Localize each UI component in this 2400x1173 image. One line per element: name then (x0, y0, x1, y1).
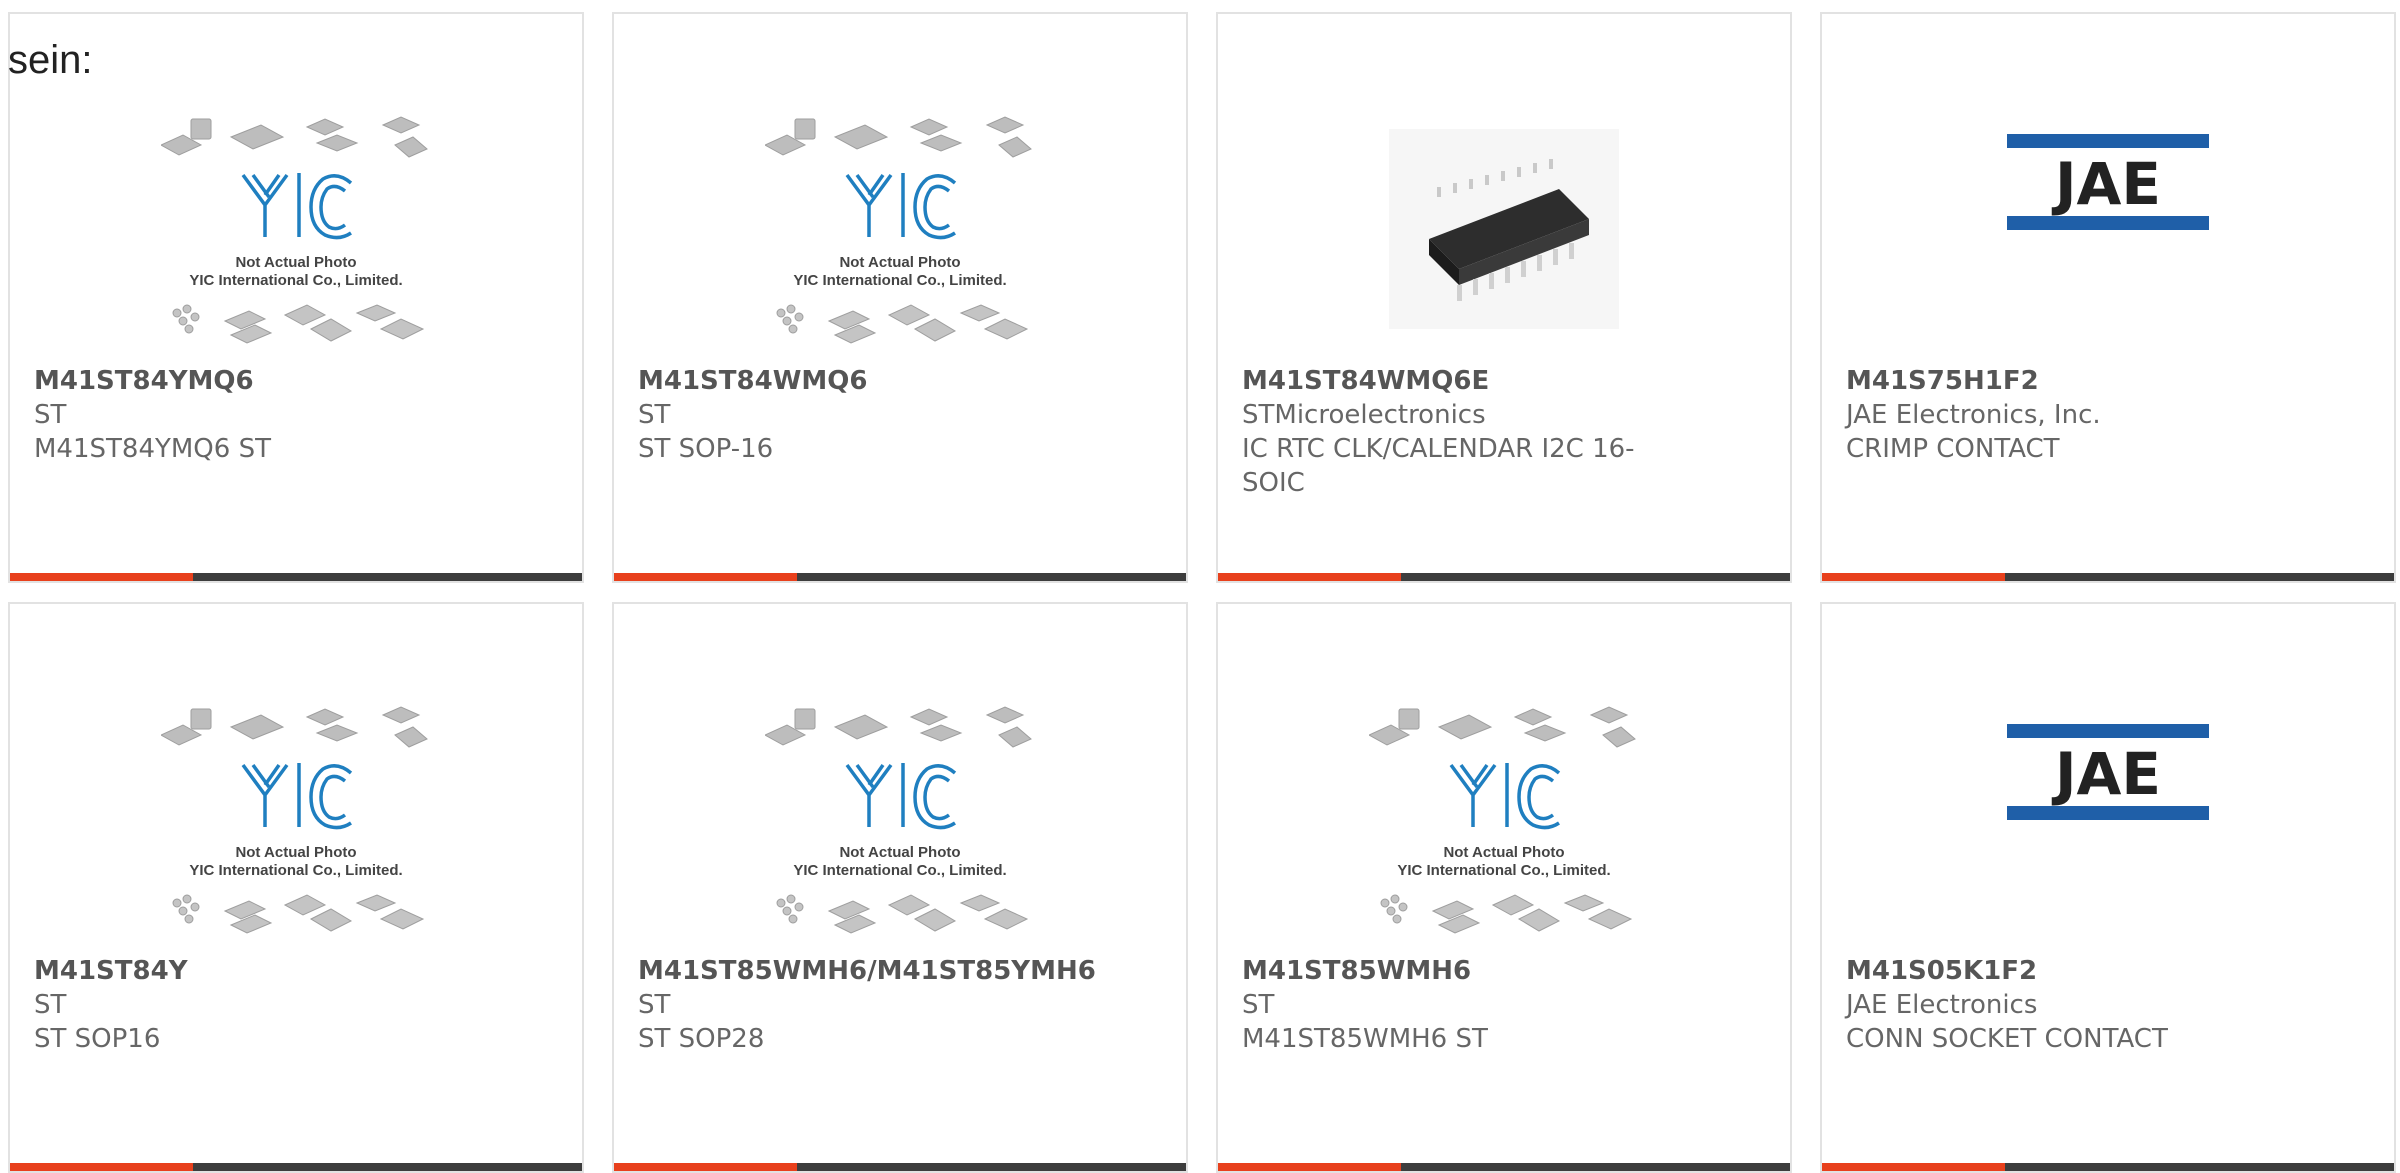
yic-caption-line1: Not Actual Photo (1443, 844, 1564, 861)
product-image[interactable]: Not Actual Photo YIC International Co., … (10, 94, 582, 364)
part-number[interactable]: M41S75H1F2 (1846, 364, 2254, 398)
part-number[interactable]: M41ST84WMQ6 (638, 364, 1046, 398)
jae-logo: JAE (2007, 724, 2209, 820)
yic-caption-line2: YIC International Co., Limited. (1397, 862, 1610, 879)
card-footer-accent (10, 1163, 193, 1171)
card-footer-bar (614, 1163, 1186, 1171)
part-number[interactable]: M41ST85WMH6 (1242, 954, 1650, 988)
soic-chip-image (1389, 129, 1619, 329)
yic-caption-line1: Not Actual Photo (235, 844, 356, 861)
product-info: M41S05K1F2 JAE Electronics CONN SOCKET CON… (1846, 954, 2254, 1056)
yic-placeholder-image: Not Actual Photo YIC International Co., … (161, 116, 428, 344)
jae-logo-text: JAE (2051, 740, 2161, 808)
yic-caption-line2: YIC International Co., Limited. (793, 272, 1006, 289)
yic-caption-line2: YIC International Co., Limited. (189, 862, 402, 879)
description: ST SOP16 (34, 1024, 161, 1054)
part-number[interactable]: M41ST84Y (34, 954, 442, 988)
jae-logo-text: JAE (2051, 150, 2161, 218)
product-info: M41ST84WMQ6E STMicroelectronics IC RTC CLK… (1242, 364, 1650, 500)
manufacturer: ST (638, 990, 671, 1020)
manufacturer: ST (638, 400, 671, 430)
product-card[interactable]: Not Actual Photo YIC International Co., … (612, 12, 1188, 583)
yic-caption-line2: YIC International Co., Limited. (189, 272, 402, 289)
product-image[interactable]: Not Actual Photo YIC International Co., … (614, 684, 1186, 954)
product-card[interactable]: Not Actual Photo YIC International Co., … (612, 602, 1188, 1173)
card-footer-accent (1822, 573, 2005, 581)
yic-placeholder-image: Not Actual Photo YIC International Co., … (765, 116, 1032, 344)
product-info: M41ST85WMH6/M41ST85YMH6 ST ST SOP28 (638, 954, 1096, 1056)
manufacturer: JAE Electronics (1846, 990, 2038, 1020)
yic-placeholder-image: Not Actual Photo YIC International Co., … (765, 706, 1032, 934)
card-footer-bar (1822, 573, 2394, 581)
product-info: M41ST85WMH6 ST M41ST85WMH6 ST (1242, 954, 1650, 1056)
card-footer-bar (614, 573, 1186, 581)
part-number[interactable]: M41ST85WMH6/M41ST85YMH6 (638, 954, 1096, 988)
part-number[interactable]: M41S05K1F2 (1846, 954, 2254, 988)
product-image[interactable]: Not Actual Photo YIC International Co., … (614, 94, 1186, 364)
product-card[interactable]: Not Actual Photo YIC International Co., … (1216, 602, 1792, 1173)
card-footer-accent (614, 573, 797, 581)
card-footer-bar (1822, 1163, 2394, 1171)
product-image[interactable]: Not Actual Photo YIC International Co., … (1218, 684, 1790, 954)
product-card[interactable]: JAE M41S75H1F2 JAE Electronics, Inc. CRIMP… (1820, 12, 2396, 583)
yic-caption-line1: Not Actual Photo (235, 254, 356, 271)
yic-caption-line2: YIC International Co., Limited. (793, 862, 1006, 879)
description: IC RTC CLK/CALENDAR I2C 16-SOIC (1242, 434, 1635, 498)
product-info: M41ST84WMQ6 ST ST SOP-16 (638, 364, 1046, 466)
part-number[interactable]: M41ST84WMQ6E (1242, 364, 1650, 398)
description: M41ST84YMQ6 ST (34, 434, 271, 464)
yic-placeholder-image: Not Actual Photo YIC International Co., … (1369, 706, 1636, 934)
product-card[interactable]: M41ST84WMQ6E STMicroelectronics IC RTC CLK… (1216, 12, 1792, 583)
card-footer-accent (1218, 573, 1401, 581)
yic-caption-line1: Not Actual Photo (839, 844, 960, 861)
description: M41ST85WMH6 ST (1242, 1024, 1488, 1054)
product-info: M41ST84YMQ6 ST M41ST84YMQ6 ST (34, 364, 442, 466)
product-image[interactable]: JAE (1822, 684, 2394, 994)
card-footer-accent (1822, 1163, 2005, 1171)
part-number[interactable]: M41ST84YMQ6 (34, 364, 442, 398)
card-footer-bar (10, 573, 582, 581)
intro-text: sein: (8, 38, 93, 82)
product-image[interactable]: Not Actual Photo YIC International Co., … (10, 684, 582, 954)
description: ST SOP28 (638, 1024, 765, 1054)
manufacturer: ST (34, 400, 67, 430)
card-footer-accent (614, 1163, 797, 1171)
product-info: M41S75H1F2 JAE Electronics, Inc. CRIMP CON… (1846, 364, 2254, 466)
description: CRIMP CONTACT (1846, 434, 2060, 464)
card-footer-accent (10, 573, 193, 581)
manufacturer: ST (34, 990, 67, 1020)
description: CONN SOCKET CONTACT (1846, 1024, 2168, 1054)
product-image[interactable] (1218, 94, 1790, 364)
description: ST SOP-16 (638, 434, 774, 464)
product-info: M41ST84Y ST ST SOP16 (34, 954, 442, 1056)
card-footer-bar (1218, 1163, 1790, 1171)
yic-placeholder-image: Not Actual Photo YIC International Co., … (161, 706, 428, 934)
jae-logo: JAE (2007, 134, 2209, 230)
card-footer-bar (1218, 573, 1790, 581)
card-footer-accent (1218, 1163, 1401, 1171)
product-card[interactable]: Not Actual Photo YIC International Co., … (8, 602, 584, 1173)
product-image[interactable]: JAE (1822, 94, 2394, 404)
yic-caption-line1: Not Actual Photo (839, 254, 960, 271)
manufacturer: JAE Electronics, Inc. (1846, 400, 2101, 430)
product-card[interactable]: JAE M41S05K1F2 JAE Electronics CONN SOCKET… (1820, 602, 2396, 1173)
card-footer-bar (10, 1163, 582, 1171)
manufacturer: STMicroelectronics (1242, 400, 1486, 430)
manufacturer: ST (1242, 990, 1275, 1020)
product-card[interactable]: Not Actual Photo YIC International Co., … (8, 12, 584, 583)
